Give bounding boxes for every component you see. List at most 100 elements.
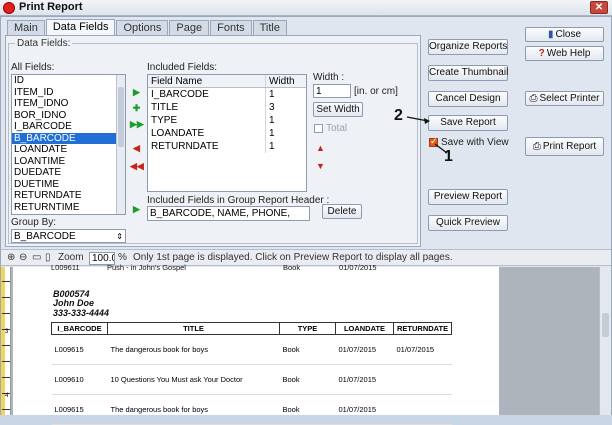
group-header-phone: 333-333-4444 — [53, 308, 110, 318]
quick-preview-button[interactable]: Quick Preview — [428, 215, 508, 231]
column-field-name: Field Name — [148, 75, 266, 87]
move-up-icon[interactable]: ▲ — [314, 142, 327, 155]
list-item[interactable]: I_BARCODE — [12, 121, 125, 133]
included-fields-header: Field Name Width — [148, 75, 306, 88]
group-header-input[interactable]: B_BARCODE, NAME, PHONE, — [147, 206, 310, 221]
ruler-number: 4 — [5, 393, 9, 399]
fit-page-icon[interactable]: ▯ — [45, 252, 51, 263]
insert-field-icon[interactable]: ✚ — [130, 102, 143, 115]
cut-row-loandate: 01/07/2015 — [339, 263, 377, 272]
table-row[interactable]: RETURNDATE 1 — [148, 140, 306, 153]
list-item[interactable]: B_BARCODE — [12, 132, 125, 144]
remove-all-fields-icon[interactable]: ◀◀ — [130, 160, 144, 173]
total-label: Total — [326, 123, 348, 134]
delete-button[interactable]: Delete — [322, 204, 362, 219]
group-by-select[interactable]: B_BARCODE ⇕ — [11, 229, 126, 243]
cancel-design-button[interactable]: Cancel Design — [428, 91, 508, 107]
report-page: L009611 Push - in John's Gospel Book 01/… — [13, 263, 499, 425]
add-all-fields-icon[interactable]: ▶▶ — [130, 118, 144, 131]
zoom-out-icon[interactable]: ⊖ — [19, 252, 27, 263]
all-fields-list[interactable]: ID ITEM_ID ITEM_IDNO BOR_IDNO I_BARCODE B_BAR… — [11, 74, 126, 215]
move-down-icon[interactable]: ▼ — [314, 160, 327, 173]
list-item[interactable]: BOR_IDNO — [12, 110, 125, 122]
list-item[interactable]: ITEM_IDNO — [12, 98, 125, 110]
table-row[interactable]: TYPE 1 — [148, 114, 306, 127]
create-thumbnail-button[interactable]: Create Thumbnail — [428, 65, 508, 81]
list-item[interactable]: DUETIME — [12, 179, 125, 191]
table-row[interactable]: I_BARCODE 1 — [148, 88, 306, 101]
window-title: Print Report — [19, 1, 83, 13]
cut-row-barcode: L009611 — [51, 263, 80, 272]
printer-icon: ⎙ — [529, 93, 538, 104]
close-button[interactable]: ▮ Close — [525, 27, 604, 42]
web-help-button[interactable]: ? Web Help — [525, 46, 604, 61]
cut-row-type: Book — [283, 263, 301, 272]
preview-report-button[interactable]: Preview Report — [428, 189, 508, 205]
preview-toolbar: ⊕ ⊖ ▭ ▯ Zoom 100.0 % Only 1st page is di… — [1, 249, 611, 266]
title-bar: Print Report ✕ — [0, 0, 612, 16]
callout-2-arrow — [406, 116, 430, 124]
chevron-down-icon: ⇕ — [116, 232, 123, 241]
tab-title[interactable]: Title — [252, 20, 287, 35]
width-input[interactable]: 1 — [313, 84, 351, 98]
report-col-loandate: LOANDATE — [335, 322, 394, 335]
report-header-row: I_BARCODE TITLE TYPE LOANDATE RETURNDATE — [51, 322, 453, 335]
list-item[interactable]: RETURNTIME — [12, 202, 125, 214]
add-to-group-header-icon[interactable]: ▶ — [130, 203, 143, 216]
list-item[interactable]: DUEDATE — [12, 167, 125, 179]
app-icon — [3, 2, 15, 14]
width-unit-label: [in. or cm] — [354, 86, 398, 97]
data-fields-panel: Data Fields: All Fields: ID ITEM_ID ITEM_I… — [5, 35, 421, 247]
tab-main[interactable]: Main — [7, 20, 45, 35]
list-item[interactable]: NOTES — [12, 213, 125, 214]
door-icon: ▮ — [547, 29, 554, 40]
add-field-icon[interactable]: ▶ — [130, 86, 143, 99]
report-table: I_BARCODE TITLE TYPE LOANDATE RETURNDATE… — [51, 322, 453, 425]
all-fields-scrollbar[interactable] — [116, 75, 125, 214]
group-header-label: Included Fields in Group Report Header : — [147, 195, 330, 206]
tab-options[interactable]: Options — [116, 20, 169, 35]
save-report-button[interactable]: Save Report — [428, 115, 508, 131]
total-checkbox[interactable] — [314, 124, 323, 133]
print-report-window: Main Data Fields Options Page Fonts Titl… — [0, 16, 612, 425]
table-row[interactable]: LOANDATE 1 — [148, 127, 306, 140]
organize-reports-button[interactable]: Organize Reports — [428, 39, 508, 55]
fit-width-icon[interactable]: ▭ — [32, 252, 41, 263]
column-width: Width — [269, 76, 295, 87]
group-by-label: Group By: — [11, 217, 57, 228]
report-col-type: TYPE — [279, 322, 336, 335]
preview-info-text: Only 1st page is displayed. Click on Pre… — [133, 252, 453, 263]
list-item[interactable]: ITEM_ID — [12, 87, 125, 99]
ruler-number: 3 — [5, 329, 9, 335]
set-width-button[interactable]: Set Width — [313, 102, 363, 117]
list-item[interactable]: LOANTIME — [12, 156, 125, 168]
preview-scrollbar[interactable] — [599, 267, 611, 415]
report-row: L009615 The dangerous book for boys Book… — [51, 394, 452, 425]
vertical-ruler: 3 4 — [1, 267, 11, 415]
list-item[interactable]: ID — [12, 75, 125, 87]
group-header-name: John Doe — [53, 298, 95, 308]
select-printer-button[interactable]: ⎙ Select Printer — [525, 91, 604, 106]
width-label: Width : — [313, 72, 345, 83]
list-item[interactable]: LOANDATE — [12, 144, 125, 156]
report-preview-area[interactable]: 3 4 L009611 Push - in John's Gospel Book… — [1, 263, 611, 425]
remove-field-icon[interactable]: ◀ — [130, 142, 143, 155]
zoom-unit: % — [118, 252, 127, 263]
zoom-label: Zoom — [58, 252, 84, 263]
callout-1-arrow — [434, 143, 448, 154]
tab-data-fields[interactable]: Data Fields — [45, 19, 116, 35]
report-col-barcode: I_BARCODE — [51, 322, 108, 335]
print-report-button[interactable]: ⎙ Print Report — [525, 137, 604, 156]
zoom-in-icon[interactable]: ⊕ — [7, 252, 15, 263]
list-item[interactable]: RETURNDATE — [12, 190, 125, 202]
table-row[interactable]: TITLE 3 — [148, 101, 306, 114]
cut-row-title: Push - in John's Gospel — [107, 263, 186, 272]
tab-fonts[interactable]: Fonts — [210, 20, 252, 35]
included-fields-table[interactable]: Field Name Width I_BARCODE 1 TITLE 3 TYPE 1… — [147, 74, 307, 192]
report-col-returndate: RETURNDATE — [392, 322, 453, 335]
report-row: L009615 The dangerous book for boys Book… — [51, 334, 452, 365]
tab-page[interactable]: Page — [169, 20, 210, 35]
printer-icon: ⎙ — [532, 141, 541, 152]
window-close-button[interactable]: ✕ — [590, 1, 608, 14]
question-icon: ? — [538, 48, 545, 59]
